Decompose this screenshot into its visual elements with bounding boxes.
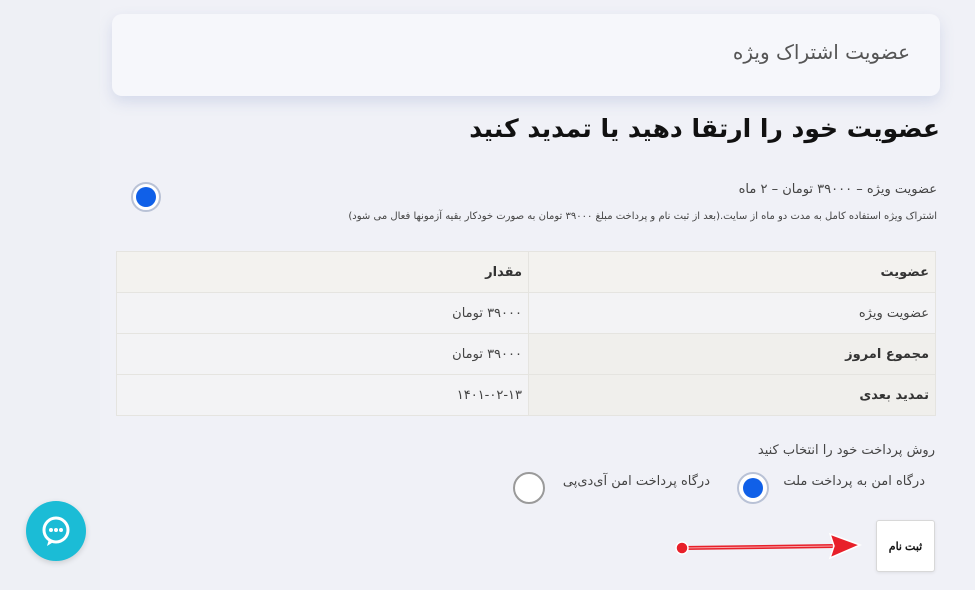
chat-button[interactable] <box>26 501 86 561</box>
plan-label: عضویت ویژه – ۳۹۰۰۰ تومان – ۲ ماه <box>738 182 937 197</box>
main-heading: عضویت خود را ارتقا دهید یا تمدید کنید <box>469 114 940 143</box>
payment-radio-idpay[interactable] <box>513 472 545 504</box>
table-header-amount: مقدار <box>116 251 529 293</box>
table-cell-label: تمدید بعدی <box>528 374 936 416</box>
table-cell-value: ۳۹۰۰۰ تومان <box>116 333 529 375</box>
table-cell-value: ۱۴۰۱-۰۲-۱۳ <box>116 374 529 416</box>
red-arrow-annotation <box>675 532 863 560</box>
page-title: عضویت اشتراک ویژه <box>732 40 910 64</box>
table-header-row: عضویت مقدار <box>116 251 936 293</box>
plan-radio[interactable] <box>131 182 161 212</box>
payment-option-mellat-label[interactable]: درگاه امن به پرداخت ملت <box>783 474 925 489</box>
membership-summary-table: عضویت مقدار عضویت ویژه ۳۹۰۰۰ تومان مجموع… <box>116 251 936 416</box>
table-cell-label: عضویت ویژه <box>528 292 936 334</box>
table-row: عضویت ویژه ۳۹۰۰۰ تومان <box>116 292 936 334</box>
plan-radio-dot <box>136 187 156 207</box>
table-header-membership: عضویت <box>528 251 936 293</box>
arrow-head <box>828 532 863 560</box>
table-cell-value: ۳۹۰۰۰ تومان <box>116 292 529 334</box>
payment-radio-mellat[interactable] <box>737 472 769 504</box>
page-header-card: عضویت اشتراک ویژه <box>112 14 940 96</box>
table-row: مجموع امروز ۳۹۰۰۰ تومان <box>116 333 936 375</box>
payment-option-idpay-label[interactable]: درگاه پرداخت امن آی‌دی‌پی <box>563 474 710 489</box>
register-button[interactable]: ثبت نام <box>876 520 935 572</box>
chat-bubble-icon <box>42 516 70 546</box>
plan-description: اشتراک ویژه استفاده کامل به مدت دو ماه ا… <box>348 211 937 222</box>
table-row: تمدید بعدی ۱۴۰۱-۰۲-۱۳ <box>116 374 936 416</box>
payment-radio-mellat-dot <box>743 478 763 498</box>
arrow-tail-dot <box>675 541 689 555</box>
payment-method-title: روش پرداخت خود را انتخاب کنید <box>757 443 935 458</box>
table-cell-label: مجموع امروز <box>528 333 936 375</box>
